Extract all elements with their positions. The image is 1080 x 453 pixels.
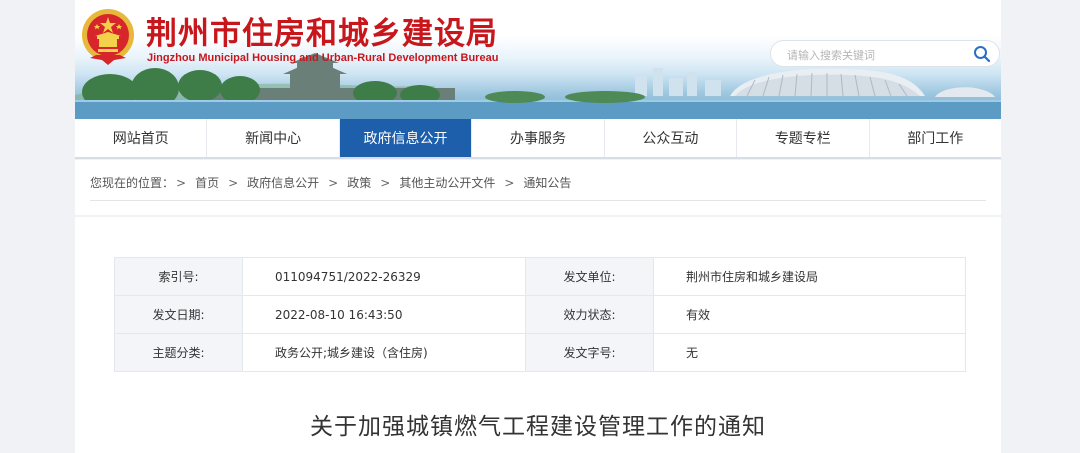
breadcrumb-link-notices[interactable]: 通知公告 bbox=[523, 176, 571, 190]
breadcrumb-link-other-files[interactable]: 其他主动公开文件 bbox=[399, 176, 495, 190]
main-nav: 网站首页 新闻中心 政府信息公开 办事服务 公众互动 专题专栏 部门工作 bbox=[75, 119, 1001, 159]
table-row: 索引号: 011094751/2022-26329 发文单位: 荆州市住房和城乡… bbox=[114, 257, 966, 296]
meta-value-index-no: 011094751/2022-26329 bbox=[242, 257, 526, 296]
meta-value-date: 2022-08-10 16:43:50 bbox=[242, 295, 526, 334]
breadcrumb-separator: > bbox=[228, 176, 239, 190]
meta-label-date: 发文日期: bbox=[114, 295, 243, 334]
meta-label-category: 主题分类: bbox=[114, 333, 243, 372]
nav-item-gov-info[interactable]: 政府信息公开 bbox=[339, 119, 473, 157]
nav-item-news[interactable]: 新闻中心 bbox=[207, 119, 340, 157]
meta-label-issuer: 发文单位: bbox=[525, 257, 654, 296]
table-row: 发文日期: 2022-08-10 16:43:50 效力状态: 有效 bbox=[114, 295, 966, 334]
breadcrumb-separator: > bbox=[504, 176, 515, 190]
site-subtitle: Jingzhou Municipal Housing and Urban-Rur… bbox=[147, 52, 499, 64]
breadcrumb-separator: > bbox=[176, 176, 187, 190]
meta-value-status: 有效 bbox=[653, 295, 966, 334]
breadcrumb-separator: > bbox=[328, 176, 339, 190]
site-title: 荆州市住房和城乡建设局 bbox=[146, 16, 498, 52]
document-meta-table: 索引号: 011094751/2022-26329 发文单位: 荆州市住房和城乡… bbox=[114, 257, 966, 372]
breadcrumb: 您现在的位置： > 首页 > 政府信息公开 > 政策 > 其他主动公开文件 > 通知公告 bbox=[90, 174, 571, 191]
meta-value-issuer: 荆州市住房和城乡建设局 bbox=[653, 257, 966, 296]
national-emblem-icon bbox=[82, 9, 134, 65]
nav-item-topics[interactable]: 专题专栏 bbox=[737, 119, 870, 157]
table-row: 主题分类: 政务公开;城乡建设（含住房) 发文字号: 无 bbox=[114, 333, 966, 372]
search-input[interactable] bbox=[785, 45, 969, 65]
breadcrumb-separator: > bbox=[380, 176, 391, 190]
nav-item-services[interactable]: 办事服务 bbox=[472, 119, 605, 157]
nav-item-departments[interactable]: 部门工作 bbox=[870, 119, 1001, 157]
meta-value-doc-no: 无 bbox=[653, 333, 966, 372]
article-title: 关于加强城镇燃气工程建设管理工作的通知 bbox=[310, 414, 766, 440]
search-icon[interactable] bbox=[973, 45, 991, 63]
search-box bbox=[770, 40, 1000, 67]
meta-value-category: 政务公开;城乡建设（含住房) bbox=[242, 333, 526, 372]
meta-label-doc-no: 发文字号: bbox=[525, 333, 654, 372]
breadcrumb-bar: 您现在的位置： > 首页 > 政府信息公开 > 政策 > 其他主动公开文件 > 通知公告 bbox=[75, 160, 1001, 215]
breadcrumb-link-gov-info[interactable]: 政府信息公开 bbox=[247, 176, 319, 190]
article-content: 索引号: 011094751/2022-26329 发文单位: 荆州市住房和城乡… bbox=[75, 217, 1001, 453]
breadcrumb-link-home[interactable]: 首页 bbox=[195, 176, 219, 190]
meta-label-index-no: 索引号: bbox=[114, 257, 243, 296]
breadcrumb-link-policy[interactable]: 政策 bbox=[347, 176, 371, 190]
nav-item-home[interactable]: 网站首页 bbox=[75, 119, 208, 157]
nav-item-interaction[interactable]: 公众互动 bbox=[605, 119, 738, 157]
meta-label-status: 效力状态: bbox=[525, 295, 654, 334]
breadcrumb-prefix: 您现在的位置： bbox=[90, 176, 175, 190]
header-banner: 荆州市住房和城乡建设局 Jingzhou Municipal Housing a… bbox=[75, 0, 1001, 119]
breadcrumb-divider bbox=[90, 200, 986, 201]
